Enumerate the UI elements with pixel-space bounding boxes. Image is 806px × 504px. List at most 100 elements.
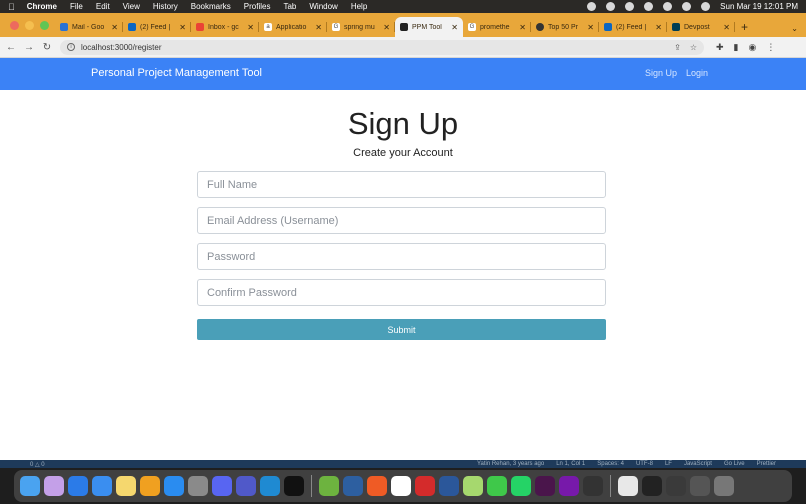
chrome-icon[interactable]: [391, 476, 411, 496]
menu-help[interactable]: Help: [351, 2, 367, 11]
vscode-icon[interactable]: [260, 476, 280, 496]
address-bar[interactable]: i localhost:3000/register ⇪ ☆: [60, 39, 704, 55]
pages-icon[interactable]: [140, 476, 160, 496]
spring-tools-icon[interactable]: [319, 476, 339, 496]
indent-spaces[interactable]: Spaces: 4: [597, 461, 624, 467]
menu-view[interactable]: View: [123, 2, 140, 11]
zoom-window-icon[interactable]: [40, 21, 49, 30]
email-field[interactable]: [197, 207, 606, 234]
whatsapp-icon[interactable]: [511, 476, 531, 496]
terminal-icon[interactable]: [284, 476, 304, 496]
browser-tab[interactable]: Gpromethe ✕: [463, 17, 531, 37]
new-tab-button[interactable]: +: [741, 20, 748, 34]
onenote-icon[interactable]: [559, 476, 579, 496]
menu-bookmarks[interactable]: Bookmarks: [191, 2, 231, 11]
url-text[interactable]: localhost:3000/register: [81, 43, 162, 52]
finder-icon[interactable]: [20, 476, 40, 496]
browser-tab[interactable]: Top 50 Pr ✕: [531, 17, 599, 37]
mail-icon[interactable]: [92, 476, 112, 496]
reload-icon[interactable]: ↻: [42, 42, 52, 53]
close-tab-icon[interactable]: ✕: [655, 23, 662, 32]
grammarly-icon[interactable]: [606, 2, 616, 11]
apple-icon[interactable]: : [8, 2, 15, 12]
search-icon[interactable]: [682, 2, 692, 11]
browser-tab[interactable]: a Applicatio ✕: [259, 17, 327, 37]
menu-history[interactable]: History: [153, 2, 178, 11]
close-tab-icon[interactable]: ✕: [315, 23, 322, 32]
system-settings-icon[interactable]: [188, 476, 208, 496]
menu-tab[interactable]: Tab: [283, 2, 296, 11]
close-tab-icon[interactable]: ✕: [179, 23, 186, 32]
launchpad-icon[interactable]: [44, 476, 64, 496]
browser-tab[interactable]: Gspring mu ✕: [327, 17, 395, 37]
recent-window-icon[interactable]: [618, 476, 638, 496]
control-center-icon[interactable]: [701, 2, 711, 11]
login-link[interactable]: Login: [686, 68, 708, 78]
bluetooth-icon[interactable]: [625, 2, 635, 11]
recent-window-icon[interactable]: [666, 476, 686, 496]
navbar-brand[interactable]: Personal Project Management Tool: [91, 67, 262, 79]
close-tab-icon[interactable]: ✕: [111, 23, 118, 32]
confirm-password-field[interactable]: [197, 279, 606, 306]
word-icon[interactable]: [439, 476, 459, 496]
messages-icon[interactable]: [487, 476, 507, 496]
browser-tab[interactable]: (2) Feed | ✕: [123, 17, 191, 37]
acrobat-icon[interactable]: [415, 476, 435, 496]
menu-file[interactable]: File: [70, 2, 83, 11]
browser-tab[interactable]: Devpost ✕: [667, 17, 735, 37]
close-tab-icon[interactable]: ✕: [247, 23, 254, 32]
menu-app[interactable]: Chrome: [27, 2, 57, 11]
menu-edit[interactable]: Edit: [96, 2, 110, 11]
safari-icon[interactable]: [68, 476, 88, 496]
more-menu-icon[interactable]: ⋮: [766, 42, 775, 53]
slack-icon[interactable]: [535, 476, 555, 496]
browser-tab[interactable]: Mail - Goo ✕: [55, 17, 123, 37]
line-ending[interactable]: LF: [665, 461, 672, 467]
menubar-clock[interactable]: Sun Mar 19 12:01 PM: [720, 2, 798, 11]
fullname-field[interactable]: [197, 171, 606, 198]
github-desktop-icon[interactable]: [583, 476, 603, 496]
wifi-icon[interactable]: [663, 2, 673, 11]
record-icon[interactable]: [587, 2, 597, 11]
site-info-icon[interactable]: i: [67, 43, 75, 51]
recent-window-icon[interactable]: [642, 476, 662, 496]
teams-icon[interactable]: [236, 476, 256, 496]
close-tab-icon[interactable]: ✕: [519, 23, 526, 32]
notes-icon[interactable]: [116, 476, 136, 496]
battery-icon[interactable]: [644, 2, 654, 11]
problems-count[interactable]: 0 △ 0: [30, 461, 45, 468]
postman-icon[interactable]: [367, 476, 387, 496]
language-mode[interactable]: JavaScript: [684, 461, 712, 467]
recent-window-icon[interactable]: [690, 476, 710, 496]
trash-icon[interactable]: [714, 476, 734, 496]
close-tab-icon[interactable]: ✕: [723, 23, 730, 32]
minimize-window-icon[interactable]: [25, 21, 34, 30]
menu-window[interactable]: Window: [309, 2, 337, 11]
side-panel-icon[interactable]: ▮: [734, 42, 739, 53]
forward-arrow-icon[interactable]: →: [24, 42, 34, 53]
profile-avatar-icon[interactable]: ◉: [749, 42, 757, 53]
bookmark-star-icon[interactable]: ☆: [690, 43, 697, 52]
close-tab-icon[interactable]: ✕: [587, 23, 594, 32]
xcode-icon[interactable]: [463, 476, 483, 496]
app-store-icon[interactable]: [164, 476, 184, 496]
close-tab-icon[interactable]: ✕: [383, 23, 390, 32]
cursor-position[interactable]: Ln 1, Col 1: [556, 461, 585, 467]
close-tab-icon[interactable]: ✕: [451, 23, 458, 32]
browser-tab-active[interactable]: PPM Tool ✕: [395, 17, 463, 37]
git-blame[interactable]: Yatin Rehan, 3 years ago: [477, 461, 544, 467]
browser-tab[interactable]: Inbox - gc ✕: [191, 17, 259, 37]
browser-tab[interactable]: (2) Feed | ✕: [599, 17, 667, 37]
tab-search-chevron-icon[interactable]: ⌄: [791, 24, 798, 33]
file-encoding[interactable]: UTF-8: [636, 461, 653, 467]
signup-link[interactable]: Sign Up: [645, 68, 677, 78]
password-field[interactable]: [197, 243, 606, 270]
share-icon[interactable]: ⇪: [674, 43, 681, 52]
back-arrow-icon[interactable]: ←: [6, 42, 16, 53]
mysql-workbench-icon[interactable]: [343, 476, 363, 496]
go-live-button[interactable]: Go Live: [724, 461, 745, 467]
close-window-icon[interactable]: [10, 21, 19, 30]
extensions-puzzle-icon[interactable]: ✚: [716, 42, 724, 53]
menu-profiles[interactable]: Profiles: [244, 2, 271, 11]
submit-button[interactable]: Submit: [197, 319, 606, 340]
